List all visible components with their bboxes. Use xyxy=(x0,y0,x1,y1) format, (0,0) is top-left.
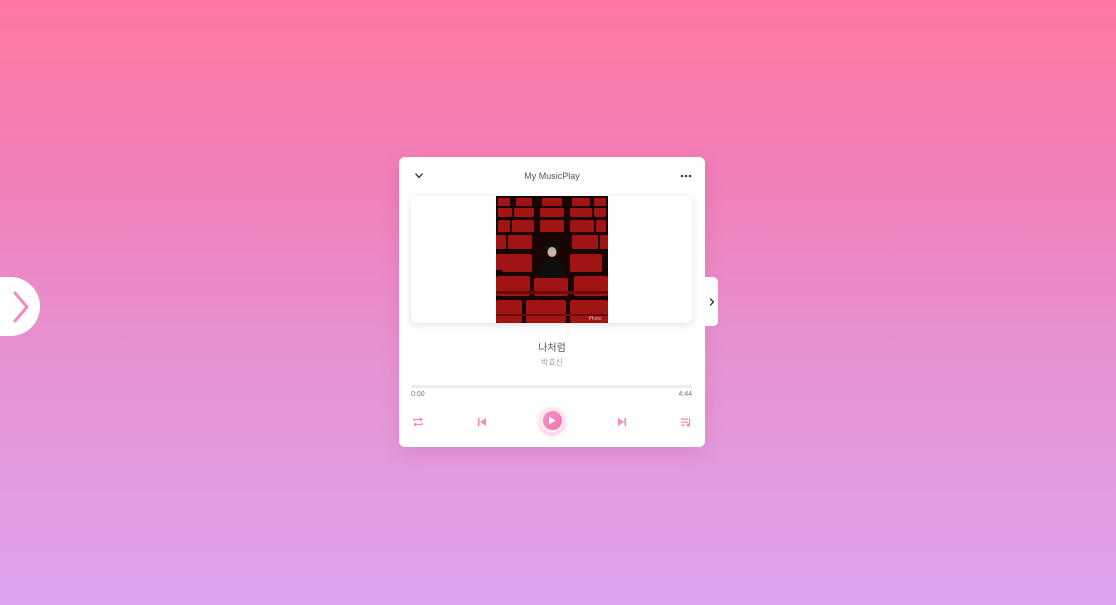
song-title: 나처럼 xyxy=(538,343,566,354)
playlist-icon xyxy=(681,418,691,427)
music-player-card: My MusicPlay Photo 나처럼 박효신 0:00 4:44 xyxy=(399,157,705,447)
next-button[interactable] xyxy=(614,414,630,430)
player-title: My MusicPlay xyxy=(524,171,580,181)
chevron-right-icon xyxy=(709,297,714,306)
repeat-button[interactable] xyxy=(410,414,426,430)
skip-next-icon xyxy=(618,418,626,426)
playlist-button[interactable] xyxy=(678,414,694,430)
album-cover-image: Photo xyxy=(496,196,608,323)
play-button-inner xyxy=(542,410,562,430)
playlist-drawer-toggle[interactable] xyxy=(705,277,718,326)
album-watermark: Photo xyxy=(588,316,601,322)
play-button[interactable] xyxy=(539,407,565,433)
skip-previous-icon xyxy=(478,418,486,426)
more-horizontal-icon xyxy=(680,174,692,178)
player-header: My MusicPlay xyxy=(399,157,705,195)
menu-button[interactable] xyxy=(678,169,694,183)
total-duration: 4:44 xyxy=(678,391,692,398)
previous-button[interactable] xyxy=(474,414,490,430)
song-artist: 박효신 xyxy=(540,358,564,367)
current-time: 0:00 xyxy=(411,391,425,398)
side-panel-toggle[interactable] xyxy=(0,277,40,336)
play-icon xyxy=(549,416,556,424)
chevron-right-icon xyxy=(13,291,29,322)
progress-bar[interactable] xyxy=(411,385,692,388)
repeat-icon xyxy=(413,417,423,427)
playback-controls xyxy=(399,407,705,437)
album-art-container: Photo xyxy=(411,196,692,323)
